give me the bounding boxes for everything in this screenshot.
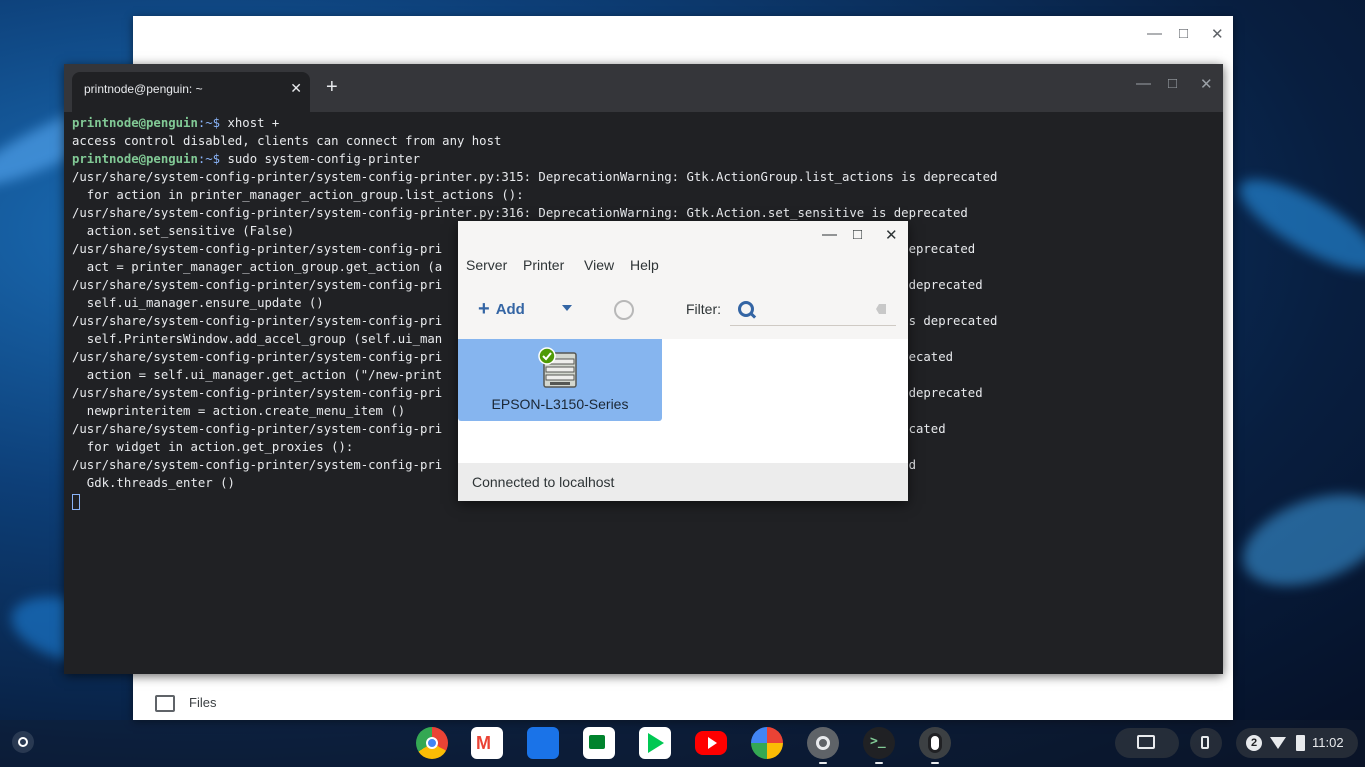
terminal-line: printnode@penguin:~$ sudo system-config-… <box>72 150 1223 168</box>
running-indicator <box>931 762 939 764</box>
menu-view[interactable]: View <box>584 257 614 273</box>
terminal-line: printnode@penguin:~$ xhost + <box>72 114 1223 132</box>
line-text: Gdk.threads_enter () <box>72 476 235 490</box>
line-text: access control disabled, clients can con… <box>72 134 502 148</box>
phone-icon <box>1201 736 1209 749</box>
terminal-line: /usr/share/system-config-printer/system-… <box>72 168 1223 186</box>
youtube-icon[interactable] <box>695 731 727 755</box>
line-text: action.set_sensitive (False) <box>72 224 295 238</box>
meet-glyph <box>589 735 605 749</box>
printer-list: EPSON-L3150-Series <box>458 339 908 463</box>
terminal-icon[interactable]: >_ <box>863 727 895 764</box>
files-bar: Files <box>133 686 1233 720</box>
notification-count-badge: 2 <box>1246 735 1262 751</box>
phone-hub-button[interactable] <box>1190 728 1222 758</box>
terminal-line: /usr/share/system-config-printer/system-… <box>72 204 1223 222</box>
terminal-tab-bar: printnode@penguin: ~ ✕ + — □ ✕ <box>64 64 1223 112</box>
add-icon: + <box>478 298 490 320</box>
refresh-icon[interactable] <box>614 300 634 320</box>
close-icon[interactable]: ✕ <box>1200 75 1213 93</box>
terminal-tab-title: printnode@penguin: ~ <box>84 82 203 96</box>
menu-help[interactable]: Help <box>630 257 659 273</box>
toolbar: + Add Filter: <box>458 287 908 340</box>
linux-penguin-icon[interactable] <box>919 727 951 764</box>
prompt-user: printnode@penguin <box>72 152 198 166</box>
close-icon[interactable]: ✕ <box>1211 25 1224 43</box>
filter-input[interactable] <box>730 295 896 326</box>
terminal-tab[interactable]: printnode@penguin: ~ ✕ <box>72 72 310 112</box>
gear-glyph <box>816 736 830 750</box>
printer-item[interactable]: EPSON-L3150-Series <box>458 339 662 421</box>
menu-printer[interactable]: Printer <box>523 257 564 273</box>
terminal-glyph: >_ <box>870 734 886 749</box>
terminal-cursor <box>72 493 80 510</box>
gmail-icon[interactable]: M <box>471 727 503 759</box>
wallpaper-streak <box>1230 476 1365 604</box>
battery-icon <box>1296 735 1305 751</box>
printer-icon <box>538 347 577 388</box>
wifi-icon <box>1270 737 1286 749</box>
running-indicator <box>875 762 883 764</box>
play-glyph <box>648 733 664 753</box>
chrome-center <box>426 737 438 749</box>
printer-name: EPSON-L3150-Series <box>491 396 629 412</box>
launcher-icon <box>18 737 28 747</box>
terminal-line: access control disabled, clients can con… <box>72 132 1223 150</box>
line-text: newprinteritem = action.create_menu_item… <box>72 404 406 418</box>
prompt-path: :~$ <box>197 116 221 130</box>
shelf: M >_ 2 11:02 <box>0 720 1365 767</box>
files-label[interactable]: Files <box>189 695 216 710</box>
add-button[interactable]: + Add <box>478 298 525 320</box>
chrome-icon[interactable] <box>416 727 448 759</box>
minimize-icon[interactable]: — <box>1147 25 1162 42</box>
search-icon-handle <box>749 312 757 319</box>
line-text: for action in printer_manager_action_gro… <box>72 188 524 202</box>
minimize-icon[interactable]: — <box>1136 75 1151 92</box>
clear-icon[interactable] <box>876 304 886 314</box>
settings-icon[interactable] <box>807 727 839 764</box>
line-text: self.ui_manager.ensure_update () <box>72 296 324 310</box>
tab-close-icon[interactable]: ✕ <box>290 80 302 97</box>
line-text: sudo system-config-printer <box>220 152 420 166</box>
minimize-icon[interactable]: — <box>822 226 837 243</box>
maximize-icon[interactable]: □ <box>1179 25 1188 42</box>
status-bar: Connected to localhost <box>458 463 908 501</box>
folder-icon <box>155 695 175 712</box>
line-text: xhost + <box>220 116 280 130</box>
status-text: Connected to localhost <box>472 474 615 490</box>
holding-space-button[interactable] <box>1115 728 1179 758</box>
maximize-icon[interactable]: □ <box>853 226 862 243</box>
maximize-icon[interactable]: □ <box>1168 75 1177 92</box>
launcher-button[interactable] <box>12 731 34 753</box>
holding-space-icon <box>1137 735 1155 749</box>
menu-server[interactable]: Server <box>466 257 507 273</box>
printer-config-window[interactable]: — □ ✕ Server Printer View Help + Add Fil… <box>458 221 908 501</box>
status-tray[interactable]: 2 11:02 <box>1236 728 1358 758</box>
running-indicator <box>819 762 827 764</box>
files-app-icon[interactable] <box>527 727 559 759</box>
wallpaper-streak <box>1228 163 1365 287</box>
penguin-glyph <box>928 733 942 753</box>
line-text: /usr/share/system-config-printer/system-… <box>72 170 998 184</box>
line-text: for widget in action.get_proxies (): <box>72 440 354 454</box>
filter-label: Filter: <box>686 301 721 317</box>
line-text: self.PrintersWindow.add_accel_group (sel… <box>72 332 443 346</box>
play-store-icon[interactable] <box>639 727 671 759</box>
meet-icon[interactable] <box>583 727 615 759</box>
terminal-line: for action in printer_manager_action_gro… <box>72 186 1223 204</box>
new-tab-icon[interactable]: + <box>326 76 338 99</box>
add-label: Add <box>495 300 525 318</box>
line-text: /usr/share/system-config-printer/system-… <box>72 206 968 220</box>
prompt-path: :~$ <box>197 152 221 166</box>
line-text: act = printer_manager_action_group.get_a… <box>72 260 443 274</box>
clock: 11:02 <box>1312 735 1344 750</box>
line-text: action = self.ui_manager.get_action ("/n… <box>72 368 443 382</box>
gmail-glyph: M <box>476 733 491 753</box>
prompt-user: printnode@penguin <box>72 116 198 130</box>
photos-icon[interactable] <box>751 727 783 759</box>
chevron-down-icon[interactable] <box>562 305 572 311</box>
youtube-glyph <box>708 737 717 749</box>
menu-bar: Server Printer View Help <box>458 255 908 283</box>
close-icon[interactable]: ✕ <box>885 226 898 244</box>
